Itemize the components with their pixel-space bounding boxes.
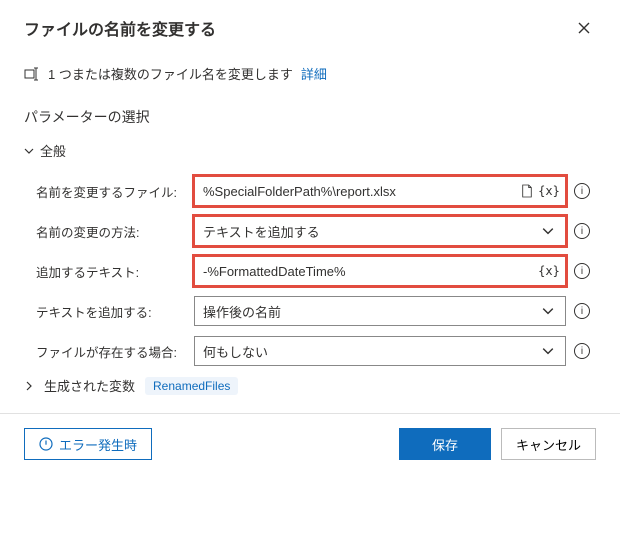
chevron-down-icon bbox=[539, 305, 557, 317]
input-file-to-rename[interactable]: %SpecialFolderPath%\report.xlsx {x} bbox=[194, 176, 566, 206]
info-details-link[interactable]: 詳細 bbox=[301, 64, 327, 83]
select-method-value: テキストを追加する bbox=[203, 222, 539, 241]
label-text-to-add: 追加するテキスト: bbox=[36, 262, 186, 281]
params-section-title: パラメーターの選択 bbox=[24, 107, 596, 127]
generated-vars-label: 生成された変数 bbox=[44, 376, 135, 395]
dialog-title: ファイルの名前を変更する bbox=[24, 16, 572, 40]
info-text: 1 つまたは複数のファイル名を変更します bbox=[48, 64, 293, 83]
general-section-label: 全般 bbox=[40, 141, 66, 160]
on-error-label: エラー発生時 bbox=[59, 435, 137, 454]
help-icon-text[interactable]: i bbox=[574, 263, 590, 279]
chevron-down-icon bbox=[539, 225, 557, 237]
help-icon-position[interactable]: i bbox=[574, 303, 590, 319]
select-exists-value: 何もしない bbox=[203, 342, 539, 361]
on-error-button[interactable]: エラー発生時 bbox=[24, 428, 152, 460]
chevron-down-icon bbox=[24, 146, 34, 156]
select-position-value: 操作後の名前 bbox=[203, 302, 539, 321]
save-button[interactable]: 保存 bbox=[399, 428, 491, 460]
chevron-down-icon bbox=[539, 345, 557, 357]
generated-var-badge[interactable]: RenamedFiles bbox=[145, 377, 238, 395]
close-button[interactable] bbox=[572, 16, 596, 40]
close-icon bbox=[578, 22, 590, 34]
rename-icon bbox=[24, 66, 40, 82]
variable-picker-icon[interactable]: {x} bbox=[541, 183, 557, 199]
chevron-right-icon bbox=[24, 381, 34, 391]
warning-icon bbox=[39, 437, 53, 451]
general-section-toggle[interactable]: 全般 bbox=[24, 141, 596, 160]
select-add-position[interactable]: 操作後の名前 bbox=[194, 296, 566, 326]
label-file-to-rename: 名前を変更するファイル: bbox=[36, 182, 186, 201]
label-if-exists: ファイルが存在する場合: bbox=[36, 342, 186, 361]
input-text-to-add[interactable]: -%FormattedDateTime% {x} bbox=[194, 256, 566, 286]
input-file-value: %SpecialFolderPath%\report.xlsx bbox=[203, 184, 519, 199]
file-picker-icon[interactable] bbox=[519, 183, 535, 199]
cancel-button[interactable]: キャンセル bbox=[501, 428, 596, 460]
info-bar: 1 つまたは複数のファイル名を変更します 詳細 bbox=[24, 58, 596, 97]
variable-picker-icon[interactable]: {x} bbox=[541, 263, 557, 279]
select-rename-method[interactable]: テキストを追加する bbox=[194, 216, 566, 246]
label-add-position: テキストを追加する: bbox=[36, 302, 186, 321]
help-icon-file[interactable]: i bbox=[574, 183, 590, 199]
select-if-exists[interactable]: 何もしない bbox=[194, 336, 566, 366]
label-rename-method: 名前の変更の方法: bbox=[36, 222, 186, 241]
help-icon-exists[interactable]: i bbox=[574, 343, 590, 359]
generated-vars-toggle[interactable]: 生成された変数 RenamedFiles bbox=[24, 376, 596, 395]
help-icon-method[interactable]: i bbox=[574, 223, 590, 239]
input-text-value: -%FormattedDateTime% bbox=[203, 264, 541, 279]
